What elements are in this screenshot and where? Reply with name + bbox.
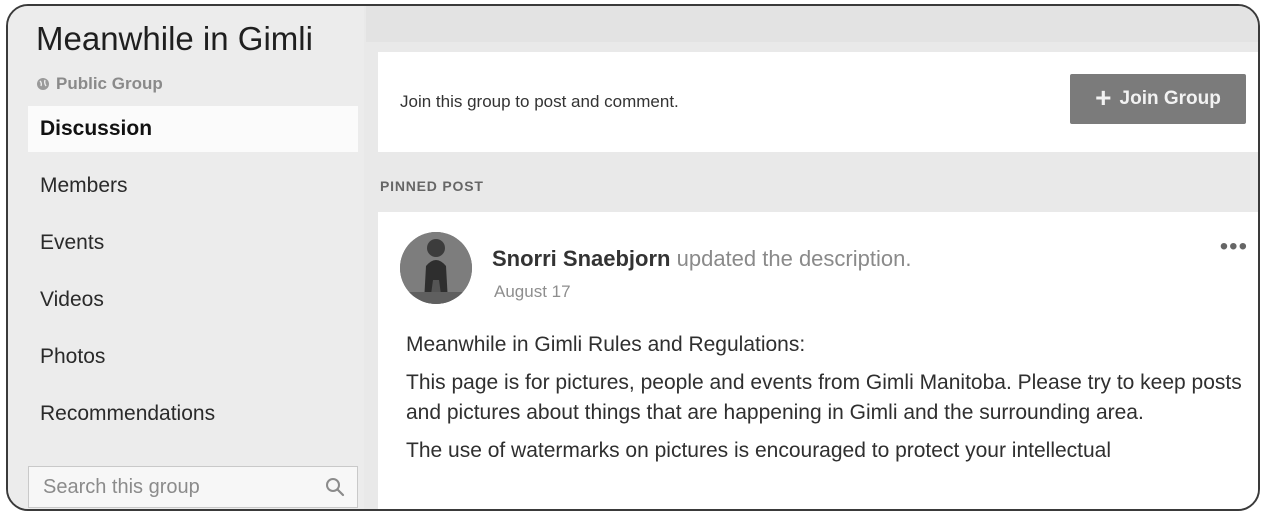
nav-item-recommendations[interactable]: Recommendations: [28, 391, 358, 437]
post-paragraph: This page is for pictures, people and ev…: [406, 371, 1242, 424]
nav-item-label: Photos: [40, 345, 106, 368]
nav-item-label: Events: [40, 231, 105, 254]
group-title: Meanwhile in Gimli: [36, 20, 313, 57]
post-timestamp[interactable]: August 17: [494, 282, 571, 302]
join-card: Join this group to post and comment. + J…: [378, 52, 1258, 152]
nav-item-photos[interactable]: Photos: [28, 334, 358, 380]
nav-item-discussion[interactable]: Discussion: [28, 106, 358, 152]
post-header: Snorri Snaebjorn updated the description…: [492, 246, 911, 272]
post-paragraph: The use of watermarks on pictures is enc…: [406, 439, 1112, 462]
group-nav: Discussion Members Events Videos Photos …: [28, 106, 358, 448]
nav-item-events[interactable]: Events: [28, 220, 358, 266]
author-name[interactable]: Snorri Snaebjorn: [492, 246, 670, 271]
nav-item-label: Discussion: [40, 117, 153, 140]
avatar-image: [400, 232, 472, 304]
search-icon[interactable]: [325, 477, 345, 497]
group-privacy: Public Group: [36, 74, 163, 94]
plus-icon: +: [1095, 81, 1112, 113]
post-action: updated the description.: [676, 246, 912, 271]
nav-item-label: Members: [40, 174, 128, 197]
nav-item-members[interactable]: Members: [28, 163, 358, 209]
pinned-post-label: PINNED POST: [380, 178, 484, 194]
more-options-icon[interactable]: •••: [1220, 235, 1248, 259]
group-privacy-label: Public Group: [56, 74, 163, 93]
avatar[interactable]: [400, 232, 472, 304]
nav-item-label: Videos: [40, 288, 104, 311]
sidebar: Meanwhile in Gimli Public Group Discussi…: [8, 6, 364, 509]
globe-icon: [37, 78, 49, 90]
group-search: [28, 466, 358, 508]
post-paragraph: Meanwhile in Gimli Rules and Regulations…: [406, 333, 806, 356]
join-group-label: Join Group: [1119, 88, 1221, 109]
join-group-button[interactable]: + Join Group: [1070, 74, 1246, 124]
cover-strip: [366, 6, 1258, 42]
app-frame: Meanwhile in Gimli Public Group Discussi…: [6, 4, 1260, 511]
join-prompt: Join this group to post and comment.: [400, 92, 679, 111]
nav-item-label: Recommendations: [40, 402, 216, 425]
pinned-post: Snorri Snaebjorn updated the description…: [378, 212, 1258, 509]
nav-item-videos[interactable]: Videos: [28, 277, 358, 323]
search-input[interactable]: [41, 474, 285, 500]
post-body: Meanwhile in Gimli Rules and Regulations…: [406, 330, 1252, 474]
